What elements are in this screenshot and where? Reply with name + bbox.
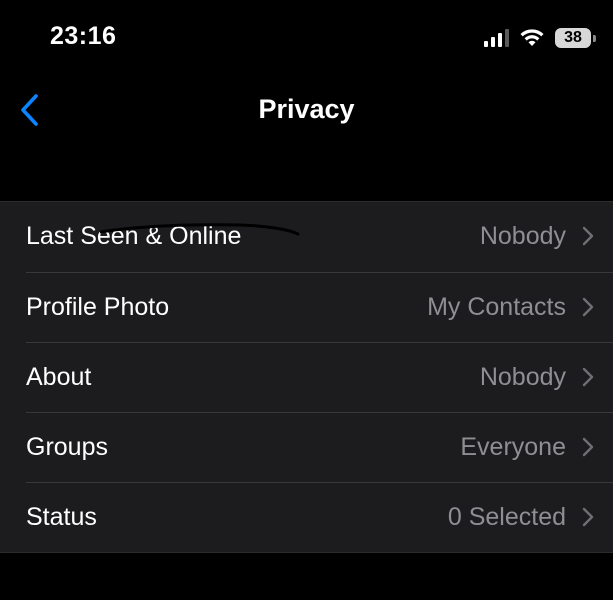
wifi-icon [520, 29, 544, 46]
row-label: Groups [26, 432, 108, 461]
status-icons: 38 [484, 28, 596, 48]
privacy-row-about[interactable]: About Nobody [0, 342, 613, 412]
page-title: Privacy [258, 94, 355, 124]
privacy-settings-list: Last Seen & Online Nobody Profile Photo … [0, 201, 613, 553]
row-label: Status [26, 502, 97, 531]
battery-icon: 38 [555, 28, 596, 48]
chevron-right-icon [582, 367, 594, 387]
row-value: My Contacts [427, 292, 566, 321]
chevron-right-icon [582, 437, 594, 457]
privacy-row-status[interactable]: Status 0 Selected [0, 482, 613, 552]
row-label: Profile Photo [26, 292, 170, 321]
privacy-row-profile-photo[interactable]: Profile Photo My Contacts [0, 272, 613, 342]
row-label: Last Seen & Online [26, 222, 242, 250]
chevron-right-icon [582, 507, 594, 527]
privacy-row-groups[interactable]: Groups Everyone [0, 412, 613, 482]
privacy-row-last-seen[interactable]: Last Seen & Online Nobody [0, 202, 613, 272]
navigation-bar: Privacy [0, 80, 613, 142]
status-bar: 23:16 38 [0, 0, 613, 80]
chevron-right-icon [582, 297, 594, 317]
row-value: 0 Selected [447, 502, 566, 531]
row-label: About [26, 362, 92, 391]
row-value: Nobody [479, 362, 566, 391]
signal-icon [484, 29, 509, 47]
chevron-right-icon [582, 226, 594, 246]
row-value: Nobody [479, 222, 566, 250]
row-value: Everyone [460, 432, 566, 461]
privacy-screen: 23:16 38 Privacy Last Seen & Online Nobo… [0, 0, 613, 600]
status-time: 23:16 [50, 22, 117, 50]
